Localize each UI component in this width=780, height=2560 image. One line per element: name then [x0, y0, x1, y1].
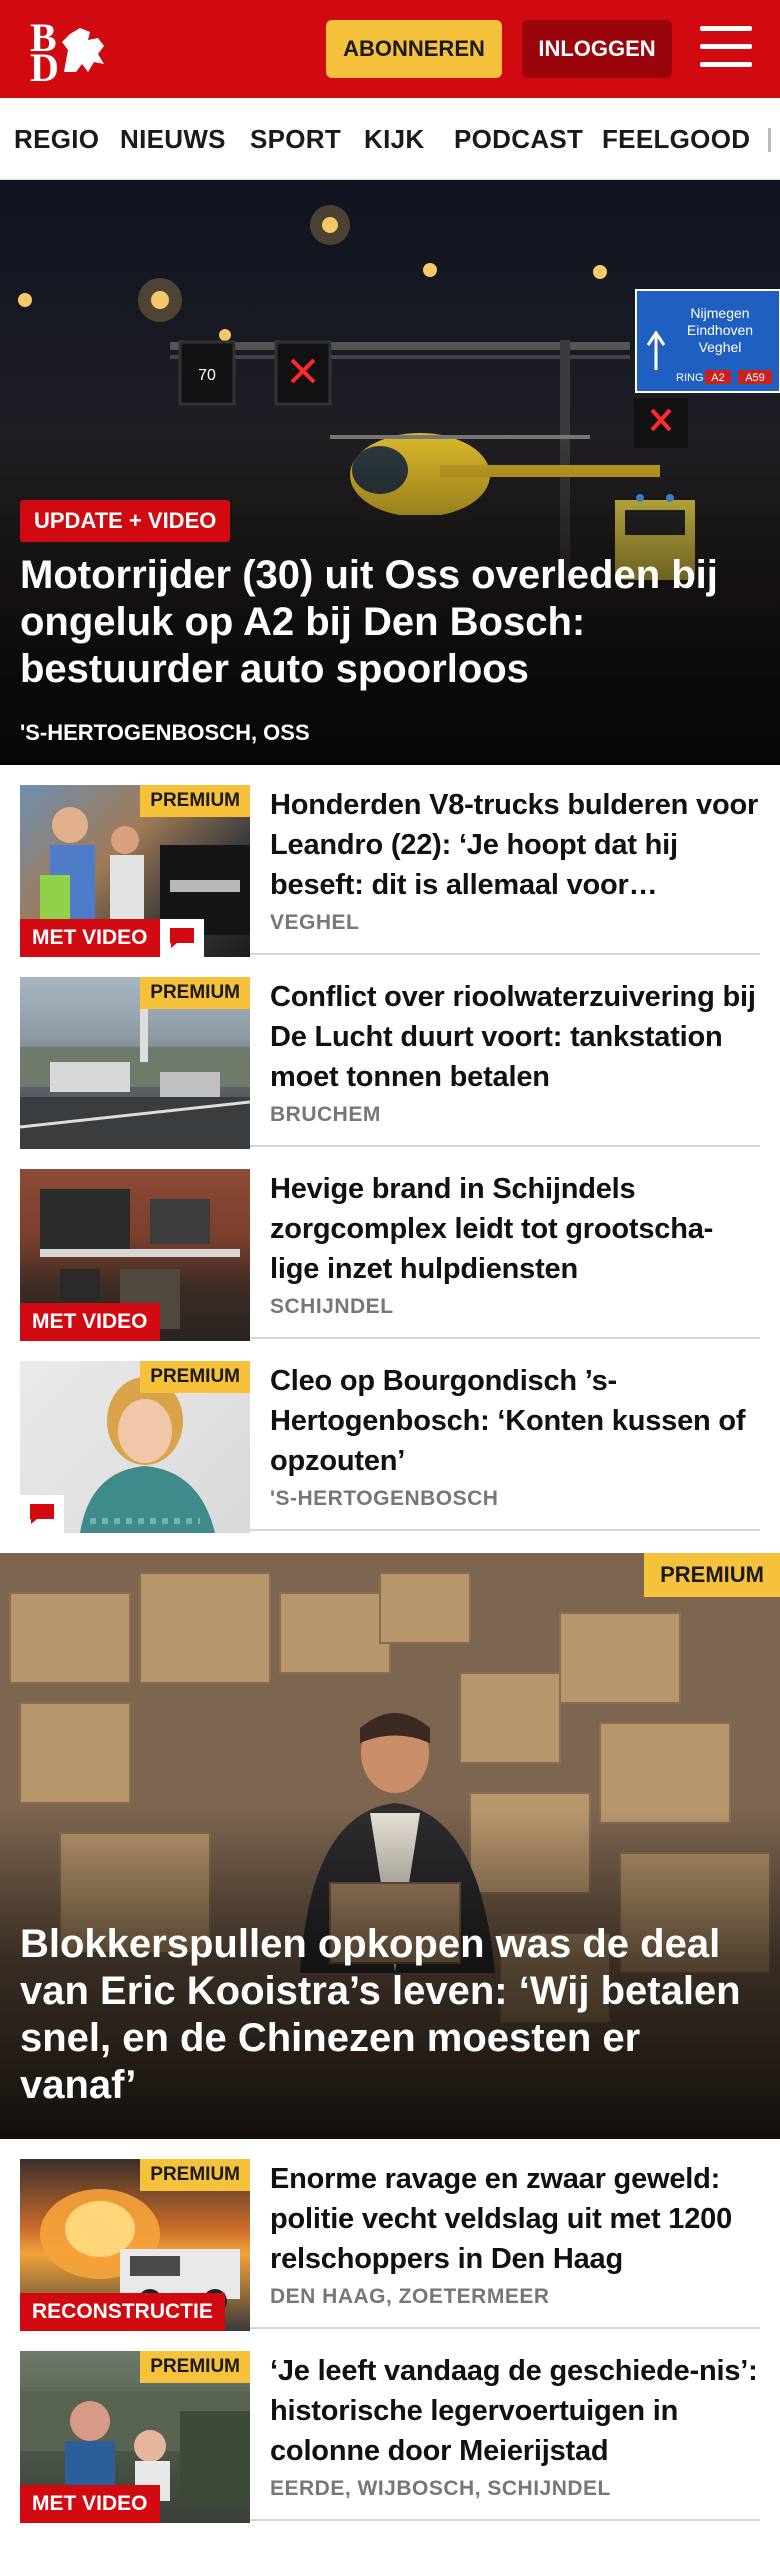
- route-sign-line-1: Nijmegen: [690, 305, 749, 321]
- video-badge: MET VIDEO: [20, 919, 160, 957]
- bd-logo[interactable]: B D: [24, 18, 124, 88]
- article-location: DEN HAAG, ZOETERMEER: [270, 2285, 550, 2308]
- article-headline[interactable]: Cleo op Bourgondisch ’s-Hertogenbosch: ‘…: [270, 1361, 760, 1481]
- video-badge: MET VIDEO: [20, 2485, 160, 2523]
- top-bar: B D ABONNEREN INLOGGEN: [0, 0, 780, 98]
- article-headline[interactable]: ‘Je leeft vandaag de geschiede-nis’: his…: [270, 2351, 760, 2471]
- premium-badge: PREMIUM: [140, 977, 250, 1009]
- article-headline[interactable]: Hevige brand in Schijndels zorgcomplex l…: [270, 1169, 760, 1289]
- hero-article[interactable]: 70 Nijmegen Eindhoven Veghel RING A2 A59…: [0, 180, 780, 765]
- article-item[interactable]: PREMIUM RECONSTRUCTIE Enorme ravage en z…: [20, 2139, 760, 2331]
- speed-sign: 70: [198, 367, 216, 384]
- route-sign-road-1: A2: [711, 372, 724, 384]
- route-sign-line-3: Veghel: [699, 339, 742, 355]
- article-thumbnail: MET VIDEO: [20, 1169, 250, 1341]
- article-thumbnail: PREMIUM MET VIDEO: [20, 785, 250, 957]
- article-headline[interactable]: Conflict over rioolwaterzuivering bij De…: [270, 977, 760, 1097]
- article-headline[interactable]: Honderden V8-trucks bulderen voor Leandr…: [270, 785, 760, 905]
- route-sign-road-2: A59: [745, 372, 765, 384]
- nav-item-sport[interactable]: SPORT: [250, 98, 341, 179]
- comment-icon: [160, 919, 204, 957]
- nav-item-nieuws[interactable]: NIEUWS: [120, 98, 226, 179]
- article-location: BRUCHEM: [270, 1103, 381, 1126]
- article-location: VEGHEL: [270, 911, 360, 934]
- hero-article-2[interactable]: PREMIUM Blokkerspullen opkopen was de de…: [0, 1553, 780, 2139]
- nav-item-regio[interactable]: REGIO: [14, 98, 99, 179]
- premium-badge: PREMIUM: [140, 2351, 250, 2383]
- hero-headline[interactable]: Motorrijder (30) uit Oss overleden bij o…: [20, 552, 740, 693]
- route-sign-line-2: Eindhoven: [687, 322, 753, 338]
- article-item[interactable]: PREMIUM Cleo op Bourgondisch ’s-Hertogen…: [20, 1341, 760, 1533]
- article-thumbnail: PREMIUM RECONSTRUCTIE: [20, 2159, 250, 2331]
- hero-location: 'S-HERTOGENBOSCH, OSS: [20, 720, 310, 745]
- premium-badge: PREMIUM: [140, 2159, 250, 2191]
- subscribe-button[interactable]: ABONNEREN: [326, 20, 502, 78]
- hero-tag: UPDATE + VIDEO: [20, 500, 231, 542]
- premium-badge: PREMIUM: [644, 1553, 780, 1597]
- nav-item-feelgood[interactable]: FEELGOOD: [602, 98, 750, 179]
- article-item[interactable]: PREMIUM Conflict over rioolwaterzuiverin…: [20, 957, 760, 1149]
- nav-item-kijk[interactable]: KIJK: [364, 98, 424, 179]
- section-nav: REGIO NIEUWS SPORT KIJK PODCAST FEELGOOD: [0, 98, 780, 180]
- premium-badge: PREMIUM: [140, 785, 250, 817]
- hero-2-headline[interactable]: Blokkerspullen opkopen was de deal van E…: [20, 1921, 760, 2109]
- article-thumbnail: PREMIUM MET VIDEO: [20, 2351, 250, 2523]
- article-thumbnail: PREMIUM: [20, 977, 250, 1149]
- comment-icon: [20, 1495, 64, 1533]
- article-location: EERDE, WIJBOSCH, SCHIJNDEL: [270, 2477, 611, 2500]
- hamburger-menu-icon[interactable]: [700, 26, 752, 70]
- nav-overflow-divider: [768, 128, 771, 152]
- video-badge: MET VIDEO: [20, 1303, 160, 1341]
- lion-logo-icon: [62, 28, 104, 72]
- logo-letter-d: D: [30, 45, 59, 90]
- login-button[interactable]: INLOGGEN: [522, 20, 672, 78]
- route-sign-ring: RING: [676, 372, 704, 384]
- article-thumbnail: PREMIUM: [20, 1361, 250, 1533]
- article-item[interactable]: MET VIDEO Hevige brand in Schijndels zor…: [20, 1149, 760, 1341]
- article-item[interactable]: PREMIUM MET VIDEO Honderden V8-trucks bu…: [20, 765, 760, 957]
- article-item[interactable]: PREMIUM MET VIDEO ‘Je leeft vandaag de g…: [20, 2331, 760, 2523]
- nav-item-podcast[interactable]: PODCAST: [454, 98, 583, 179]
- reconstructie-badge: RECONSTRUCTIE: [20, 2293, 225, 2331]
- article-headline[interactable]: Enorme ravage en zwaar geweld: politie v…: [270, 2159, 760, 2279]
- article-location: SCHIJNDEL: [270, 1295, 394, 1318]
- article-location: 'S-HERTOGENBOSCH: [270, 1487, 499, 1510]
- premium-badge: PREMIUM: [140, 1361, 250, 1393]
